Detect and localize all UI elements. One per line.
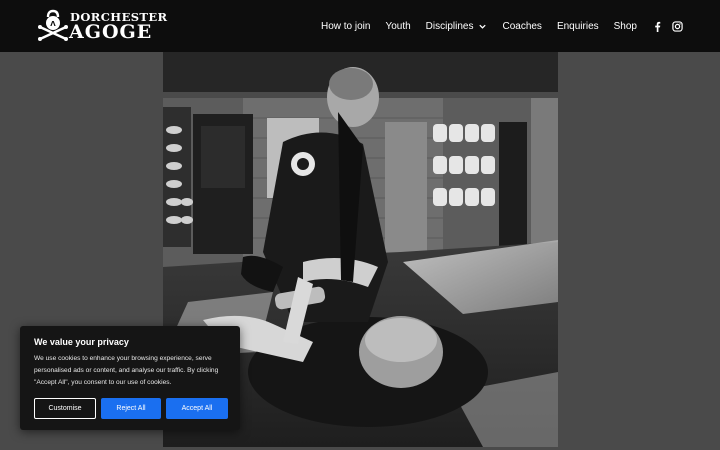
cookie-description: We use cookies to enhance your browsing … [34, 355, 219, 386]
chevron-down-icon [479, 24, 487, 29]
reject-all-button[interactable]: Reject All [101, 398, 161, 419]
facebook-icon[interactable] [652, 21, 663, 32]
nav-disciplines[interactable]: Disciplines [426, 21, 488, 32]
accept-all-button[interactable]: Accept All [166, 398, 228, 419]
nav-coaches[interactable]: Coaches [502, 21, 541, 32]
kettlebell-crossed-bones-icon: Λ [38, 9, 68, 41]
customise-button[interactable]: Customise [34, 398, 96, 419]
cookie-title: We value your privacy [34, 337, 129, 347]
nav-how-to-join[interactable]: How to join [321, 21, 370, 32]
logo-name-bottom: AGOGE [69, 21, 153, 43]
nav-shop[interactable]: Shop [614, 21, 637, 32]
nav-enquiries[interactable]: Enquiries [557, 21, 599, 32]
instagram-icon[interactable] [672, 20, 683, 32]
nav-disciplines-label: Disciplines [425, 20, 474, 32]
main-nav: How to join Youth Disciplines Coaches En… [321, 18, 683, 34]
site-logo[interactable]: Λ DORCHESTER AGOGE [38, 9, 167, 43]
nav-youth[interactable]: Youth [385, 21, 410, 32]
cookie-consent-banner: We value your privacy We use cookies to … [20, 326, 240, 430]
site-header: Λ DORCHESTER AGOGE How to join Youth Dis… [0, 0, 720, 52]
svg-text:Λ: Λ [50, 20, 56, 28]
